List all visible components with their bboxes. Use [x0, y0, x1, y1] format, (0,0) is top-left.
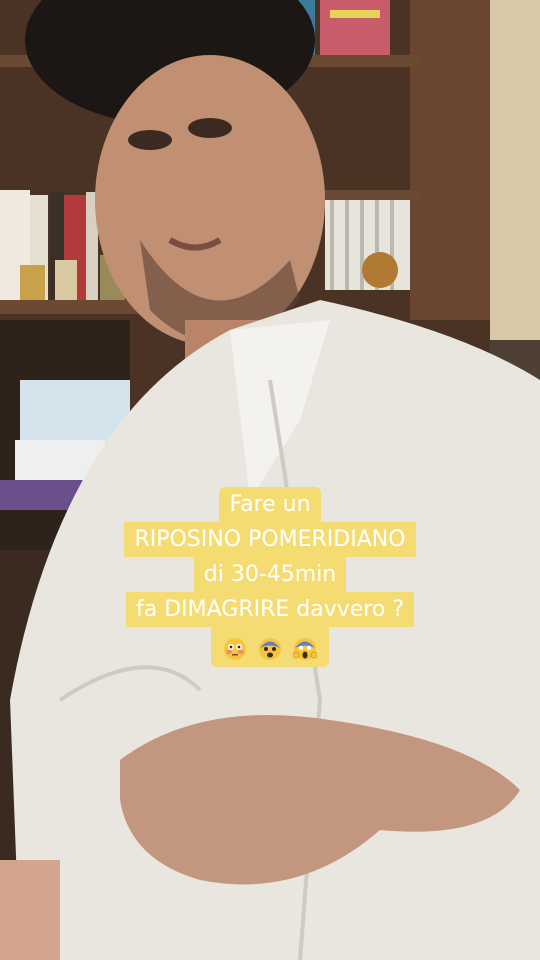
- background-scene: [0, 0, 540, 960]
- fearful-face-icon: [258, 635, 282, 660]
- caption-line: fa DIMAGRIRE davvero ?: [125, 592, 414, 627]
- caption-line: RIPOSINO POMERIDIANO: [124, 522, 416, 557]
- caption-line: di 30-45min: [193, 557, 347, 592]
- video-frame: Fare un RIPOSINO POMERIDIANO di 30-45min…: [0, 0, 540, 960]
- flushed-face-icon: [223, 635, 247, 660]
- screaming-face-icon: [292, 635, 318, 660]
- caption-line: Fare un: [219, 487, 321, 522]
- caption-emoji-line: [211, 627, 329, 667]
- caption-overlay: Fare un RIPOSINO POMERIDIANO di 30-45min…: [0, 487, 540, 667]
